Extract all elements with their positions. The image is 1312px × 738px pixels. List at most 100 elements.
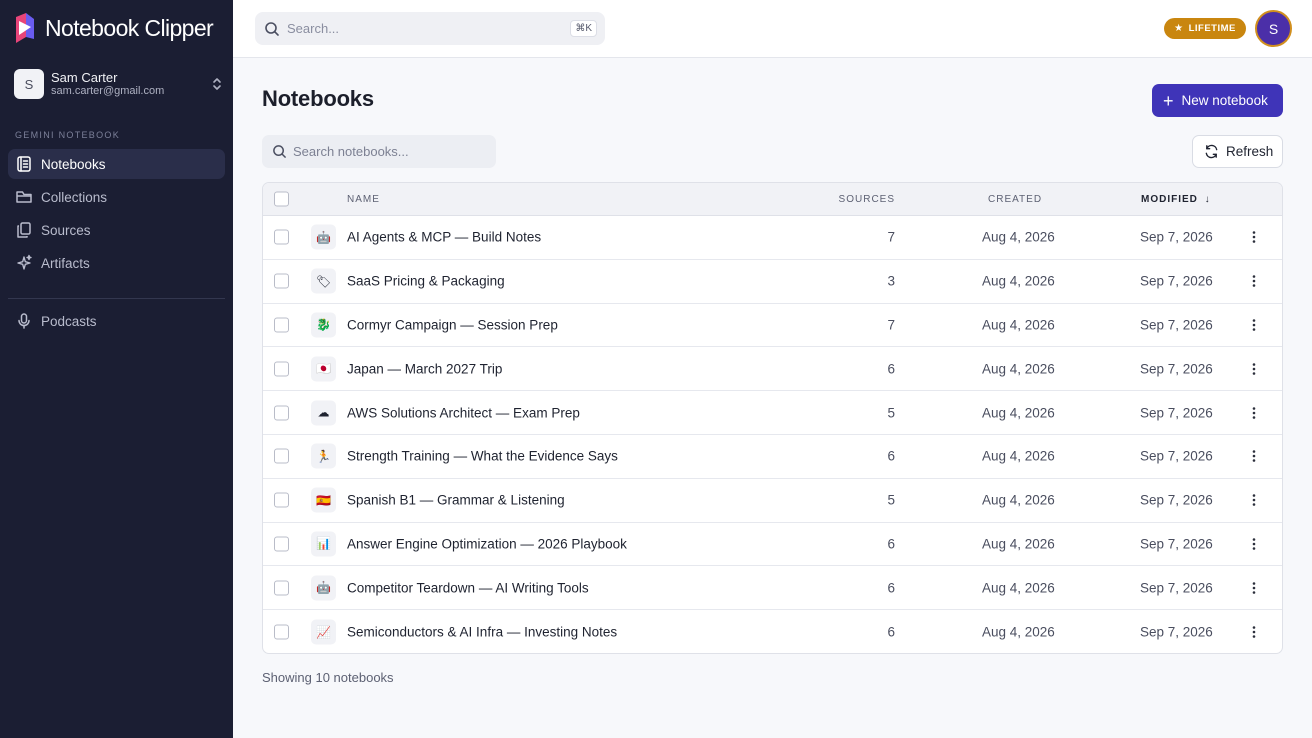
table-header: NAME SOURCES CREATED MODIFIED ↓ <box>263 183 1282 216</box>
notebook-search <box>262 135 496 168</box>
table-row[interactable]: ☁ AWS Solutions Architect — Exam Prep 5 Aug… <box>263 391 1282 435</box>
table-row[interactable]: 🇯🇵 Japan — March 2027 Trip 6 Aug 4, 2026 Sep… <box>263 347 1282 392</box>
column-header-name[interactable]: NAME <box>347 194 380 205</box>
notebook-name[interactable]: Japan — March 2027 Trip <box>347 361 502 376</box>
search-icon <box>265 21 279 36</box>
notebook-modified-date: Sep 7, 2026 <box>1140 361 1213 377</box>
more-vertical-icon[interactable] <box>1246 536 1262 552</box>
new-notebook-label: New notebook <box>1181 93 1268 108</box>
table-row[interactable]: 🐉 Cormyr Campaign — Session Prep 7 Aug 4, 2… <box>263 304 1282 348</box>
row-checkbox[interactable] <box>274 317 289 333</box>
sidebar-item-sources[interactable]: Sources <box>8 215 225 245</box>
table-row[interactable]: 🤖 AI Agents & MCP — Build Notes 7 Aug 4, 20… <box>263 216 1282 260</box>
row-checkbox[interactable] <box>274 405 289 421</box>
plus-icon: + <box>1163 90 1174 111</box>
table-row[interactable]: 📈 Semiconductors & AI Infra — Investing N… <box>263 610 1282 653</box>
more-vertical-icon[interactable] <box>1246 317 1262 333</box>
notebook-created-date: Aug 4, 2026 <box>982 448 1055 464</box>
notebook-name[interactable]: Strength Training — What the Evidence Sa… <box>347 449 618 464</box>
sidebar-item-artifacts[interactable]: Artifacts <box>8 248 225 278</box>
sidebar-section-label: GEMINI NOTEBOOK <box>15 130 121 140</box>
notebook-created-date: Aug 4, 2026 <box>982 405 1055 421</box>
files-icon <box>17 222 31 238</box>
notebook-modified-date: Sep 7, 2026 <box>1140 317 1213 333</box>
table-row[interactable]: 📊 Answer Engine Optimization — 2026 Playb… <box>263 523 1282 567</box>
notebook-modified-date: Sep 7, 2026 <box>1140 492 1213 508</box>
more-vertical-icon[interactable] <box>1246 624 1262 640</box>
notebook-created-date: Aug 4, 2026 <box>982 361 1055 377</box>
plan-badge-label: LIFETIME <box>1188 23 1236 34</box>
table-row[interactable]: 🏃 Strength Training — What the Evidence S… <box>263 435 1282 479</box>
plan-badge[interactable]: ★ LIFETIME <box>1164 18 1246 39</box>
notebook-emoji-icon: 🤖 <box>311 575 336 601</box>
more-vertical-icon[interactable] <box>1246 492 1262 508</box>
notebook-modified-date: Sep 7, 2026 <box>1140 405 1213 421</box>
folder-icon <box>16 191 32 203</box>
refresh-icon <box>1205 144 1218 159</box>
new-notebook-button[interactable]: + New notebook <box>1152 84 1283 117</box>
column-header-created[interactable]: CREATED <box>988 194 1042 205</box>
microphone-icon <box>18 313 30 329</box>
sidebar-divider <box>8 298 225 299</box>
refresh-button[interactable]: Refresh <box>1192 135 1283 168</box>
notebook-name[interactable]: Spanish B1 — Grammar & Listening <box>347 493 565 508</box>
notebook-name[interactable]: Answer Engine Optimization — 2026 Playbo… <box>347 536 627 551</box>
table-row[interactable]: 🤖 Competitor Teardown — AI Writing Tools 6… <box>263 566 1282 611</box>
notebook-sources-count: 7 <box>887 229 895 245</box>
notebook-emoji-icon: 🐉 <box>311 312 336 338</box>
notebook-modified-date: Sep 7, 2026 <box>1140 624 1213 640</box>
sidebar-item-label: Notebooks <box>41 156 106 172</box>
account-switcher[interactable]: S Sam Carter sam.carter@gmail.com <box>14 68 224 100</box>
notebook-emoji-icon: 🇪🇸 <box>311 487 336 513</box>
notebook-sources-count: 6 <box>887 536 895 552</box>
user-avatar: S <box>14 69 44 99</box>
notebook-name[interactable]: Cormyr Campaign — Session Prep <box>347 317 558 332</box>
row-checkbox[interactable] <box>274 273 289 289</box>
notebook-name[interactable]: Semiconductors & AI Infra — Investing No… <box>347 625 617 640</box>
table-row[interactable]: 🇪🇸 Spanish B1 — Grammar & Listening 5 Aug 4… <box>263 479 1282 523</box>
global-search[interactable]: Search... ⌘K <box>255 12 605 45</box>
notebook-emoji-icon: 📈 <box>311 619 336 645</box>
sidebar-item-label: Collections <box>41 189 108 205</box>
column-header-modified[interactable]: MODIFIED ↓ <box>1141 194 1211 205</box>
more-vertical-icon[interactable] <box>1246 361 1262 377</box>
more-vertical-icon[interactable] <box>1246 580 1262 596</box>
more-vertical-icon[interactable] <box>1246 229 1262 245</box>
user-info: Sam Carter sam.carter@gmail.com <box>51 70 210 98</box>
row-checkbox[interactable] <box>274 624 289 640</box>
column-header-sources[interactable]: SOURCES <box>839 194 895 205</box>
sidebar-item-notebooks[interactable]: Notebooks <box>8 149 225 179</box>
notebook-sources-count: 7 <box>887 317 895 333</box>
sidebar: Notebook Clipper S Sam Carter sam.carter… <box>0 0 233 738</box>
row-checkbox[interactable] <box>274 536 289 552</box>
notebook-search-input[interactable] <box>293 144 483 159</box>
table-row[interactable]: 🏷 SaaS Pricing & Packaging 3 Aug 4, 2026 Sep… <box>263 260 1282 304</box>
top-bar: Search... ⌘K ★ LIFETIME S <box>233 0 1312 58</box>
sidebar-item-collections[interactable]: Collections <box>8 182 225 212</box>
more-vertical-icon[interactable] <box>1246 405 1262 421</box>
more-vertical-icon[interactable] <box>1246 448 1262 464</box>
notebook-emoji-icon: 🤖 <box>311 224 336 250</box>
notebook-name[interactable]: Competitor Teardown — AI Writing Tools <box>347 580 589 595</box>
notebook-name[interactable]: AWS Solutions Architect — Exam Prep <box>347 405 580 420</box>
column-header-modified-label: MODIFIED <box>1141 194 1198 205</box>
notebook-name[interactable]: SaaS Pricing & Packaging <box>347 274 505 289</box>
notebook-emoji-icon: ☁ <box>311 400 336 426</box>
notebook-emoji-icon: 🏃 <box>311 443 336 469</box>
row-checkbox[interactable] <box>274 492 289 508</box>
sidebar-item-podcasts[interactable]: Podcasts <box>8 306 225 336</box>
notebook-sources-count: 6 <box>887 448 895 464</box>
profile-avatar[interactable]: S <box>1255 10 1292 47</box>
notebooks-table: NAME SOURCES CREATED MODIFIED ↓ 🤖 AI Agen… <box>262 182 1283 654</box>
row-checkbox[interactable] <box>274 448 289 464</box>
select-all-checkbox[interactable] <box>274 191 289 207</box>
more-vertical-icon[interactable] <box>1246 273 1262 289</box>
brand[interactable]: Notebook Clipper <box>14 12 214 44</box>
row-checkbox[interactable] <box>274 361 289 377</box>
user-name: Sam Carter <box>51 70 118 85</box>
app-logo-icon <box>16 13 34 43</box>
user-email: sam.carter@gmail.com <box>51 85 165 97</box>
row-checkbox[interactable] <box>274 229 289 245</box>
row-checkbox[interactable] <box>274 580 289 596</box>
notebook-name[interactable]: AI Agents & MCP — Build Notes <box>347 230 541 245</box>
